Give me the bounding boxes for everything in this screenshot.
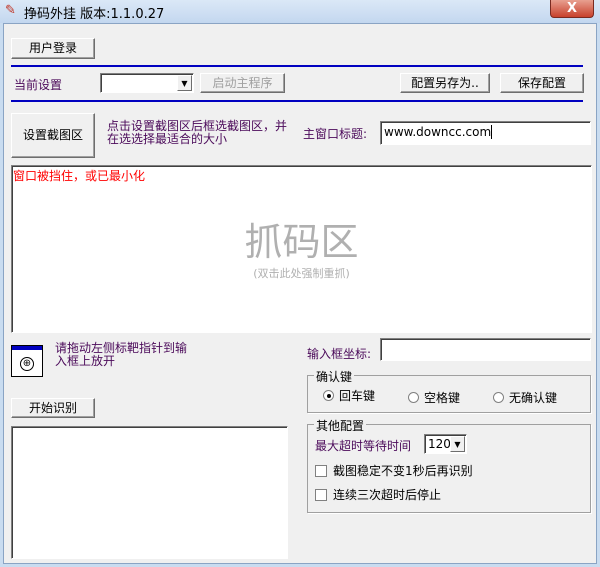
- login-button[interactable]: 用户登录: [11, 38, 95, 59]
- capture-preview[interactable]: 窗口被挡住，或已最小化 抓码区 (双击此处强制重抓): [11, 165, 592, 333]
- preview-status: 窗口被挡住，或已最小化: [13, 169, 146, 183]
- set-capture-region-button[interactable]: 设置截图区: [11, 113, 95, 158]
- divider: [11, 65, 583, 67]
- checkbox-label: 连续三次超时后停止: [333, 488, 442, 502]
- stable-check[interactable]: 截图稳定不变1秒后再识别: [315, 462, 473, 479]
- timeout-value: 120: [428, 437, 451, 451]
- chevron-down-icon[interactable]: ▼: [177, 75, 192, 91]
- coord-input[interactable]: [380, 338, 591, 361]
- confirm-key-group: 确认键 回车键 空格键 无确认键: [307, 368, 591, 413]
- divider: [11, 100, 583, 102]
- timeout-label: 最大超时等待时间: [315, 439, 412, 453]
- save-config-button[interactable]: 保存配置: [500, 73, 584, 93]
- app-icon: ✎: [5, 3, 16, 18]
- target-hint: 请拖动左侧标靶指针到输入框上放开: [55, 341, 188, 368]
- checkbox-label: 截图稳定不变1秒后再识别: [333, 464, 473, 478]
- chevron-down-icon[interactable]: ▼: [450, 436, 465, 452]
- main-title-input[interactable]: www.downcc.com: [380, 121, 591, 145]
- confirm-key-legend: 确认键: [314, 368, 355, 385]
- settings-select[interactable]: ▼: [100, 73, 194, 93]
- stop-after-timeouts-check[interactable]: 连续三次超时后停止: [315, 486, 441, 503]
- title-bar: ✎ 挣码外挂 版本:1.1.0.27 X: [0, 0, 600, 23]
- radio-space[interactable]: 空格键: [408, 389, 460, 406]
- window-title: 挣码外挂 版本:1.1.0.27: [24, 7, 165, 22]
- preview-title: 抓码区: [244, 220, 359, 264]
- other-config-group: 其他配置 最大超时等待时间 120 ▼ 截图稳定不变1秒后再识别 连续三次超时后…: [307, 417, 591, 513]
- recognize-output[interactable]: [11, 426, 288, 559]
- coord-label: 输入框坐标:: [307, 347, 372, 361]
- main-title-label: 主窗口标题:: [303, 127, 368, 141]
- crosshair-target-icon[interactable]: ⊕: [11, 345, 43, 377]
- radio-label: 无确认键: [509, 391, 558, 405]
- preview-subtitle: (双击此处强制重抓): [253, 267, 350, 280]
- save-as-button[interactable]: 配置另存为..: [400, 73, 490, 93]
- radio-label: 回车键: [339, 389, 376, 403]
- radio-none[interactable]: 无确认键: [493, 389, 557, 406]
- capture-hint: 点击设置截图区后框选截图区，并在选选择最适合的大小: [107, 119, 288, 146]
- timeout-select[interactable]: 120 ▼: [424, 434, 467, 454]
- radio-label: 空格键: [424, 391, 461, 405]
- close-button[interactable]: X: [550, 0, 594, 18]
- start-recognize-button[interactable]: 开始识别: [11, 398, 95, 418]
- main-title-value: www.downcc.com: [384, 125, 492, 139]
- other-config-legend: 其他配置: [314, 417, 367, 434]
- start-main-button[interactable]: 启动主程序: [200, 73, 285, 93]
- radio-enter[interactable]: 回车键: [323, 387, 375, 404]
- current-settings-label: 当前设置: [14, 78, 63, 92]
